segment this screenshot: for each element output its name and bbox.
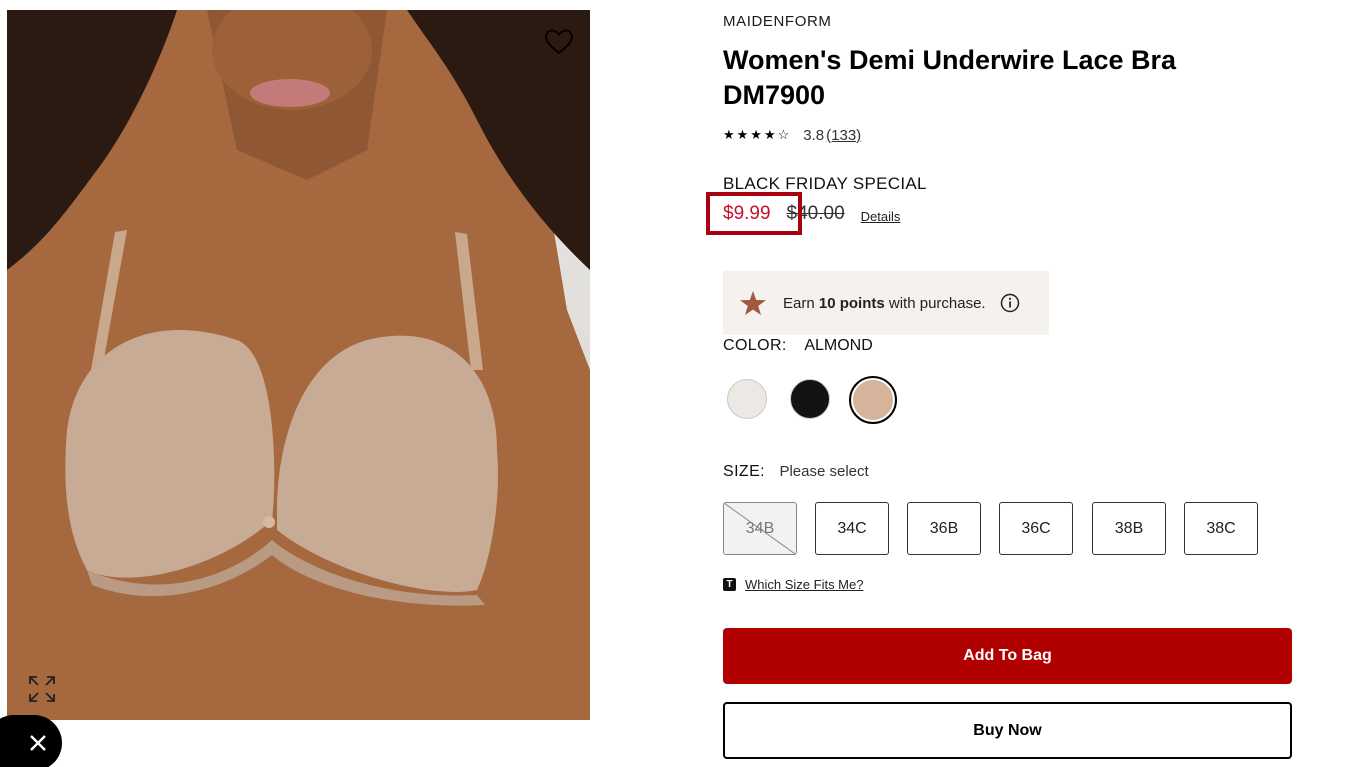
size-option-34b[interactable]: 34B	[723, 502, 797, 555]
size-value: Please select	[779, 463, 869, 480]
promo-label: BLACK FRIDAY SPECIAL	[723, 174, 927, 193]
rating-stars: ★★★★☆	[723, 127, 792, 142]
brand-name[interactable]: MAIDENFORM	[723, 13, 832, 30]
size-option-38b[interactable]: 38B	[1092, 502, 1166, 555]
star-icon	[740, 291, 766, 315]
selected-color: ALMOND	[804, 337, 873, 354]
add-to-bag-button[interactable]: Add To Bag	[723, 628, 1292, 684]
points-text: Earn 10 points with purchase.	[783, 295, 986, 312]
points-prefix: Earn	[783, 294, 819, 312]
points-amount: 10 points	[818, 294, 885, 312]
product-page: MAIDENFORM Women's Demi Underwire Lace B…	[0, 0, 1363, 767]
size-option-label: 38B	[1114, 519, 1144, 537]
product-photo	[7, 10, 590, 720]
size-option-38c[interactable]: 38C	[1184, 502, 1258, 555]
close-button[interactable]	[0, 715, 62, 767]
rating-row: ★★★★☆ 3.8 (133)	[723, 125, 861, 145]
color-selection-label: COLOR: ALMOND	[723, 337, 873, 355]
true-fit-icon: T	[723, 577, 736, 591]
size-option-36b[interactable]: 36B	[907, 502, 981, 555]
size-option-label: 34B	[745, 519, 775, 537]
size-option-label: 34C	[837, 519, 867, 537]
size-option-34c[interactable]: 34C	[815, 502, 889, 555]
product-title: Women's Demi Underwire Lace Bra DM7900	[723, 45, 1177, 110]
almond-swatch[interactable]	[853, 380, 893, 420]
buy-now-button[interactable]: Buy Now	[723, 702, 1292, 759]
product-image[interactable]	[7, 10, 590, 720]
size-option-36c[interactable]: 36C	[999, 502, 1073, 555]
price-highlight-box	[706, 192, 802, 235]
close-icon	[30, 735, 46, 751]
size-fit-row: T Which Size Fits Me?	[723, 576, 863, 592]
size-label: SIZE:	[723, 463, 766, 480]
size-selection-label: SIZE: Please select	[723, 463, 869, 481]
rating-value: 3.8	[803, 126, 825, 144]
rewards-points-banner: Earn 10 points with purchase.	[723, 271, 1049, 335]
expand-icon	[29, 676, 55, 702]
price-details-link[interactable]: Details	[861, 209, 901, 224]
size-option-label: 38C	[1206, 519, 1236, 537]
color-label: COLOR:	[723, 337, 787, 354]
black-swatch[interactable]	[790, 379, 830, 419]
size-fit-link[interactable]: Which Size Fits Me?	[745, 577, 863, 592]
points-suffix: with purchase.	[884, 294, 986, 312]
heart-icon	[545, 29, 573, 55]
zoom-button[interactable]	[27, 674, 57, 704]
info-icon[interactable]	[1000, 293, 1020, 313]
size-option-label: 36B	[929, 519, 959, 537]
size-option-label: 36C	[1021, 519, 1051, 537]
reviews-link[interactable]: (133)	[826, 127, 861, 144]
ivory-swatch[interactable]	[727, 379, 767, 419]
wishlist-button[interactable]	[543, 26, 575, 58]
